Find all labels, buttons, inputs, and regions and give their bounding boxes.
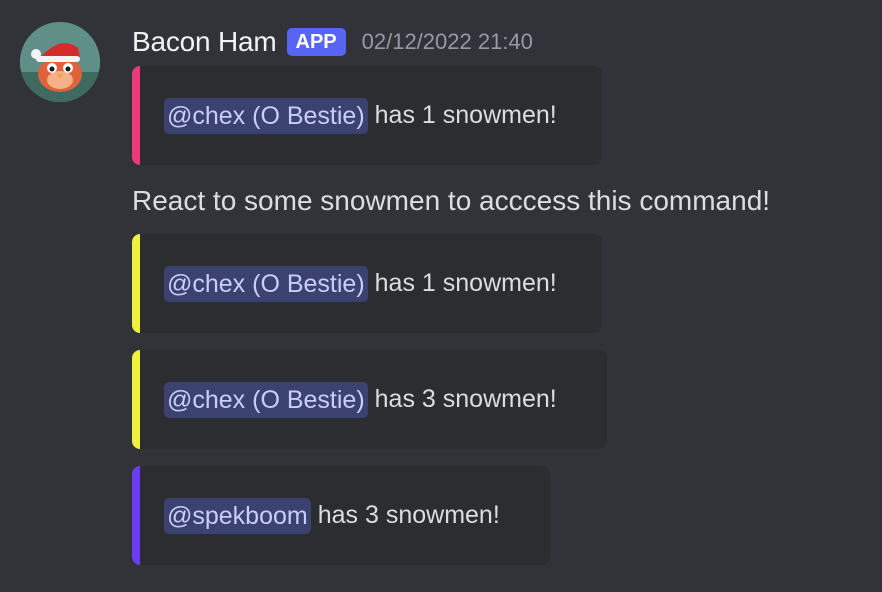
- user-mention[interactable]: @chex (O Bestie): [164, 97, 368, 134]
- embed-2: @chex (O Bestie) has 1 snowmen!: [132, 234, 602, 333]
- santa-hat-bird-avatar-icon: [20, 22, 100, 102]
- embed-description: @spekboom has 3 snowmen!: [164, 466, 500, 565]
- timestamp[interactable]: 02/12/2022 21:40: [362, 29, 533, 55]
- embed-1: @chex (O Bestie) has 1 snowmen!: [132, 66, 602, 165]
- embed-description: @chex (O Bestie) has 1 snowmen!: [164, 234, 557, 333]
- embed-color-bar: [132, 234, 140, 333]
- embed-text: has 1 snowmen!: [374, 269, 557, 297]
- user-mention[interactable]: @spekboom: [164, 497, 311, 534]
- user-mention[interactable]: @chex (O Bestie): [164, 265, 368, 302]
- embed-color-bar: [132, 466, 140, 565]
- embed-4: @spekboom has 3 snowmen!: [132, 466, 550, 565]
- avatar[interactable]: [20, 22, 100, 102]
- embed-text: has 1 snowmen!: [374, 101, 557, 129]
- embed-color-bar: [132, 350, 140, 449]
- username[interactable]: Bacon Ham: [132, 26, 277, 58]
- user-mention[interactable]: @chex (O Bestie): [164, 381, 368, 418]
- embed-description: @chex (O Bestie) has 3 snowmen!: [164, 350, 557, 449]
- embed-text: has 3 snowmen!: [317, 501, 500, 529]
- embed-color-bar: [132, 66, 140, 165]
- app-badge: APP: [286, 28, 346, 56]
- message-content: React to some snowmen to acccess this co…: [132, 185, 771, 216]
- embed-description: @chex (O Bestie) has 1 snowmen!: [164, 66, 557, 165]
- chat-message: Bacon Ham APP 02/12/2022 21:40 @chex (O …: [0, 0, 882, 592]
- embed-text: has 3 snowmen!: [374, 385, 557, 413]
- embed-3: @chex (O Bestie) has 3 snowmen!: [132, 350, 607, 449]
- message-header: Bacon Ham APP 02/12/2022 21:40: [132, 24, 533, 60]
